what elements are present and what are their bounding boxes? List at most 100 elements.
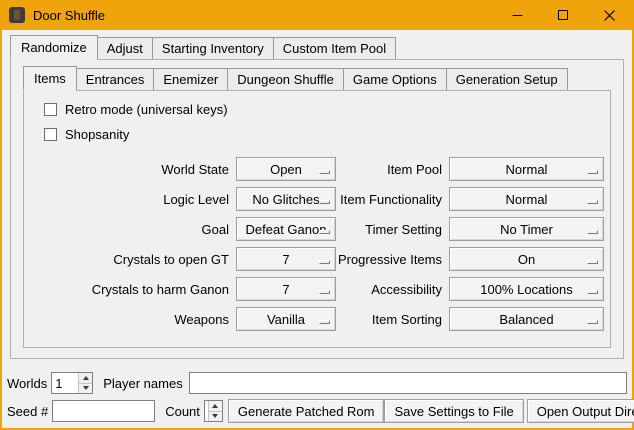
progressive-items-dropdown[interactable]: On (449, 247, 604, 271)
accessibility-label: Accessibility (336, 282, 442, 297)
close-icon (604, 10, 615, 21)
item-pool-label: Item Pool (336, 162, 442, 177)
arrow-up-icon (212, 404, 218, 408)
menu-indicator-icon (587, 230, 598, 234)
fields-right-column: Item Pool Normal Item Functionality Norm… (336, 157, 604, 331)
window-title: Door Shuffle (33, 8, 105, 23)
worlds-spin-up-button[interactable] (79, 373, 92, 384)
weapons-label: Weapons (44, 312, 229, 327)
world-state-row: World State Open (44, 157, 336, 181)
tab-adjust[interactable]: Adjust (97, 37, 153, 59)
worlds-input[interactable] (52, 373, 78, 393)
menu-indicator-icon (587, 200, 598, 204)
tab-enemizer[interactable]: Enemizer (153, 68, 228, 90)
item-sorting-dropdown[interactable]: Balanced (449, 307, 604, 331)
tab-entrances[interactable]: Entrances (76, 68, 155, 90)
menu-indicator-icon (319, 230, 330, 234)
item-pool-dropdown[interactable]: Normal (449, 157, 604, 181)
retro-mode-checkbox[interactable] (44, 103, 57, 116)
bottom-bar: Worlds Player names Seed # Count (2, 371, 632, 428)
outer-tab-bar: Randomize Adjust Starting Inventory Cust… (10, 35, 624, 59)
crystals-ganon-dropdown[interactable]: 7 (236, 277, 336, 301)
item-sorting-row: Item Sorting Balanced (336, 307, 604, 331)
save-settings-button[interactable]: Save Settings to File (384, 399, 523, 423)
item-sorting-value: Balanced (499, 312, 553, 327)
retro-mode-label: Retro mode (universal keys) (65, 102, 228, 117)
inner-notebook: Items Entrances Enemizer Dungeon Shuffle… (23, 66, 611, 348)
crystals-gt-dropdown[interactable]: 7 (236, 247, 336, 271)
count-spin-down-button[interactable] (209, 412, 222, 422)
shopsanity-checkbox[interactable] (44, 128, 57, 141)
menu-indicator-icon (587, 260, 598, 264)
world-state-label: World State (44, 162, 229, 177)
worlds-spinbox (51, 372, 93, 394)
tab-items[interactable]: Items (23, 66, 77, 91)
menu-indicator-icon (319, 170, 330, 174)
titlebar: Door Shuffle (2, 0, 632, 30)
crystals-gt-label: Crystals to open GT (44, 252, 229, 267)
door-app-icon (9, 7, 25, 23)
tab-generation-setup[interactable]: Generation Setup (446, 68, 568, 90)
world-state-value: Open (270, 162, 302, 177)
worlds-row: Worlds Player names (7, 371, 627, 395)
outer-notebook: Randomize Adjust Starting Inventory Cust… (10, 35, 624, 359)
count-spin-buttons (208, 401, 222, 421)
crystals-ganon-value: 7 (282, 282, 289, 297)
weapons-value: Vanilla (267, 312, 305, 327)
logic-level-dropdown[interactable]: No Glitches (236, 187, 336, 211)
menu-indicator-icon (319, 200, 330, 204)
inner-tab-bar: Items Entrances Enemizer Dungeon Shuffle… (23, 66, 611, 90)
close-button[interactable] (586, 0, 632, 30)
item-sorting-label: Item Sorting (336, 312, 442, 327)
progressive-items-value: On (518, 252, 535, 267)
minimize-button[interactable] (494, 0, 540, 30)
accessibility-value: 100% Locations (480, 282, 573, 297)
goal-row: Goal Defeat Ganon (44, 217, 336, 241)
items-pane: Retro mode (universal keys) Shopsanity W… (23, 90, 611, 348)
logic-level-label: Logic Level (44, 192, 229, 207)
arrow-down-icon (83, 386, 89, 390)
tab-randomize[interactable]: Randomize (10, 35, 98, 60)
timer-setting-dropdown[interactable]: No Timer (449, 217, 604, 241)
seed-input[interactable] (52, 400, 155, 422)
worlds-label: Worlds (7, 376, 47, 391)
progressive-items-row: Progressive Items On (336, 247, 604, 271)
timer-setting-label: Timer Setting (336, 222, 442, 237)
crystals-ganon-row: Crystals to harm Ganon 7 (44, 277, 336, 301)
shopsanity-row: Shopsanity (44, 122, 600, 147)
goal-dropdown[interactable]: Defeat Ganon (236, 217, 336, 241)
goal-value: Defeat Ganon (246, 222, 327, 237)
worlds-spin-down-button[interactable] (79, 384, 92, 394)
world-state-dropdown[interactable]: Open (236, 157, 336, 181)
retro-mode-row: Retro mode (universal keys) (44, 97, 600, 122)
arrow-down-icon (212, 414, 218, 418)
tab-custom-item-pool[interactable]: Custom Item Pool (273, 37, 396, 59)
tab-starting-inventory[interactable]: Starting Inventory (152, 37, 274, 59)
item-functionality-dropdown[interactable]: Normal (449, 187, 604, 211)
weapons-row: Weapons Vanilla (44, 307, 336, 331)
menu-indicator-icon (319, 290, 330, 294)
arrow-up-icon (83, 376, 89, 380)
logic-level-value: No Glitches (252, 192, 319, 207)
open-output-directory-button[interactable]: Open Output Directory (527, 399, 634, 423)
logic-level-row: Logic Level No Glitches (44, 187, 336, 211)
weapons-dropdown[interactable]: Vanilla (236, 307, 336, 331)
accessibility-dropdown[interactable]: 100% Locations (449, 277, 604, 301)
tab-dungeon-shuffle[interactable]: Dungeon Shuffle (227, 68, 344, 90)
generate-patched-rom-button[interactable]: Generate Patched Rom (228, 399, 385, 423)
fields-left-column: World State Open Logic Level No Glitches (44, 157, 336, 331)
timer-setting-value: No Timer (500, 222, 553, 237)
tab-game-options[interactable]: Game Options (343, 68, 447, 90)
menu-indicator-icon (587, 170, 598, 174)
goal-label: Goal (44, 222, 229, 237)
window-controls (494, 0, 632, 30)
maximize-button[interactable] (540, 0, 586, 30)
count-spin-up-button[interactable] (209, 401, 222, 412)
randomize-pane: Items Entrances Enemizer Dungeon Shuffle… (10, 59, 624, 359)
item-functionality-label: Item Functionality (336, 192, 442, 207)
seed-label: Seed # (7, 404, 48, 419)
item-functionality-value: Normal (506, 192, 548, 207)
player-names-input[interactable] (189, 372, 627, 394)
timer-setting-row: Timer Setting No Timer (336, 217, 604, 241)
crystals-gt-row: Crystals to open GT 7 (44, 247, 336, 271)
